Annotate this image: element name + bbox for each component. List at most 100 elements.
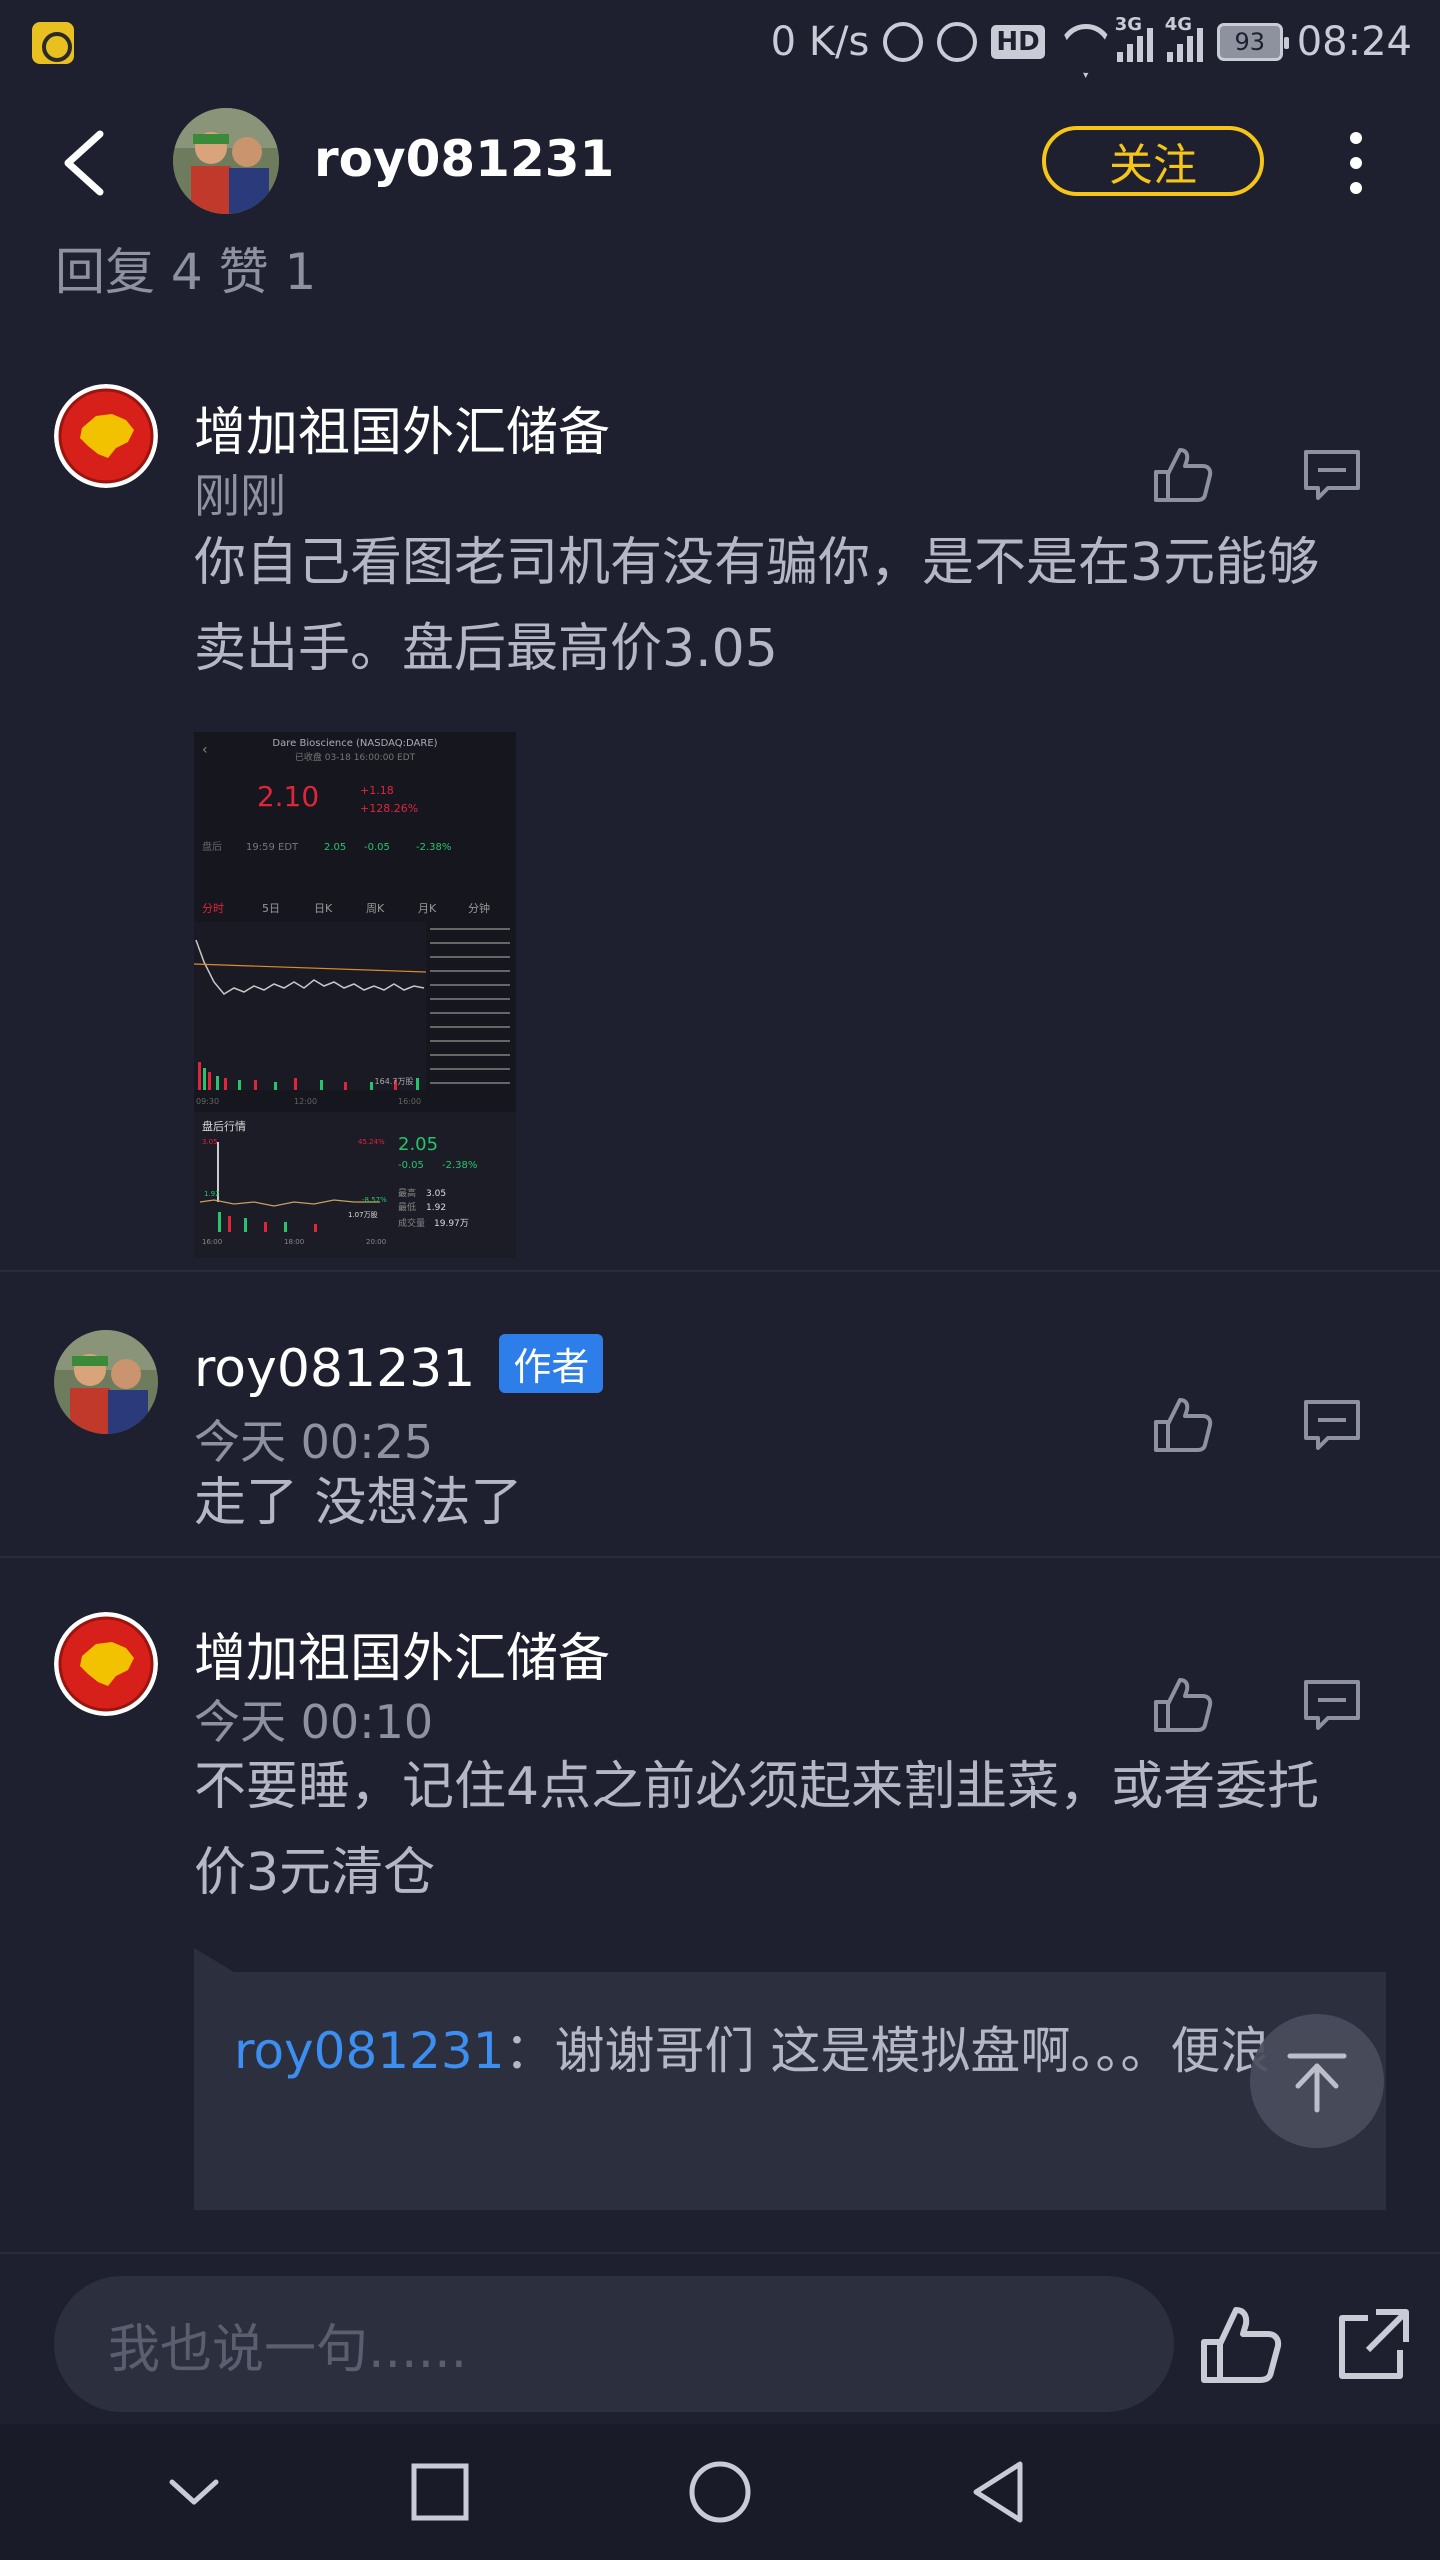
quoted-reply-user[interactable]: roy081231	[234, 2022, 505, 2080]
svg-text:最低: 最低	[398, 1201, 416, 1213]
nav-recents-button[interactable]	[400, 2452, 480, 2532]
comment-input-bar: 我也说一句......	[0, 2252, 1440, 2424]
svg-text:164.7万股: 164.7万股	[375, 1077, 414, 1086]
reply-button[interactable]	[1302, 1396, 1362, 1456]
comment-input[interactable]: 我也说一句......	[54, 2276, 1174, 2412]
comment-item: 增加祖国外汇储备 刚刚 你自己看图老司机有没有骗你，是不是在3元能够卖出手。盘后…	[0, 384, 1440, 1264]
arrow-up-icon	[1287, 2053, 1347, 2113]
nav-collapse-button[interactable]	[154, 2452, 234, 2532]
svg-text:16:00: 16:00	[398, 1097, 421, 1106]
divider	[0, 1556, 1440, 1558]
svg-text:-8.57%: -8.57%	[362, 1196, 387, 1204]
comment-time: 刚刚	[194, 469, 286, 523]
post-market-title: 盘后行情	[202, 1119, 246, 1133]
china-map-avatar-icon	[54, 384, 158, 488]
post-stats: 回复 4 赞 1	[55, 243, 317, 301]
comment-item: roy081231 作者 今天 00:25 走了 没想法了	[0, 1330, 1440, 1560]
svg-text:分时: 分时	[202, 902, 224, 915]
svg-text:1.07万股: 1.07万股	[348, 1211, 378, 1219]
svg-text:‹: ‹	[202, 742, 208, 758]
like-button[interactable]	[1152, 1674, 1214, 1736]
share-button[interactable]	[1334, 2304, 1414, 2384]
comment-text: 你自己看图老司机有没有骗你，是不是在3元能够卖出手。盘后最高价3.05	[194, 533, 1320, 679]
system-nav-bar	[0, 2424, 1440, 2560]
thumbs-up-icon	[1154, 1678, 1213, 1732]
commenter-name-text: roy081231	[194, 1339, 476, 1399]
chart-change: +1.18	[360, 784, 394, 797]
nav-home-button[interactable]	[680, 2452, 760, 2532]
svg-text:-0.05: -0.05	[364, 842, 390, 853]
nav-back-button[interactable]	[960, 2452, 1040, 2532]
dot-icon	[1350, 157, 1362, 169]
author-name[interactable]: roy081231	[314, 130, 614, 188]
like-post-button[interactable]	[1198, 2302, 1284, 2388]
svg-text:-2.38%: -2.38%	[416, 842, 451, 853]
like-button[interactable]	[1152, 1394, 1214, 1456]
reply-button[interactable]	[1302, 1676, 1362, 1736]
svg-text:19.97万: 19.97万	[434, 1219, 469, 1229]
chart-price: 2.10	[257, 780, 319, 813]
signal-3g-icon: 3G	[1115, 14, 1153, 62]
share-icon	[1339, 2309, 1409, 2379]
commenter-avatar[interactable]	[54, 384, 158, 488]
status-bar: 0 K/s HD 3G 4G 93 08:24	[0, 0, 1440, 84]
svg-text:2.05: 2.05	[324, 842, 346, 853]
reply-bubble-icon	[1304, 1680, 1360, 1730]
battery-icon: 93	[1216, 23, 1289, 61]
chart-screenshot: ‹ Dare Bioscience (NASDAQ:DARE) 已收盘 03-1…	[194, 732, 516, 1258]
clock: 08:24	[1296, 19, 1412, 65]
post-header: roy081231 关注	[0, 100, 1440, 230]
triangle-back-icon	[973, 2461, 1023, 2523]
commenter-avatar[interactable]	[54, 1612, 158, 1716]
svg-text:12:00: 12:00	[294, 1097, 317, 1106]
reply-bubble-icon	[1304, 1400, 1360, 1450]
quoted-reply-separator: ：	[504, 2022, 555, 2080]
quoted-reply[interactable]: roy081231：谢谢哥们 这是模拟盘啊。。。便浪	[194, 1948, 1386, 2210]
svg-text:1.92: 1.92	[426, 1203, 446, 1213]
net-speed: 0 K/s	[770, 19, 870, 65]
author-avatar[interactable]	[173, 108, 279, 214]
data-saver-icon	[883, 22, 924, 62]
post-price: 2.05	[398, 1134, 438, 1155]
more-options-button[interactable]	[1340, 128, 1372, 198]
circle-icon	[689, 2461, 751, 2523]
commenter-avatar[interactable]	[54, 1330, 158, 1434]
chart-title: Dare Bioscience (NASDAQ:DARE)	[272, 738, 437, 749]
svg-text:-2.38%: -2.38%	[442, 1160, 477, 1171]
reply-button[interactable]	[1302, 446, 1362, 506]
chevron-down-icon	[169, 2479, 219, 2505]
svg-text:3.05: 3.05	[202, 1138, 218, 1146]
svg-text:3.05: 3.05	[426, 1189, 446, 1199]
back-button[interactable]	[56, 128, 116, 198]
svg-text:1.92: 1.92	[204, 1190, 220, 1198]
svg-text:16:00: 16:00	[202, 1238, 222, 1246]
commenter-name[interactable]: 增加祖国外汇储备	[194, 1616, 610, 1691]
like-button[interactable]	[1152, 444, 1214, 506]
hd-icon: HD	[991, 25, 1045, 59]
scroll-to-top-button[interactable]	[1250, 2014, 1384, 2148]
commenter-name[interactable]: 增加祖国外汇储备	[194, 390, 610, 465]
svg-text:最高: 最高	[398, 1187, 416, 1199]
svg-text:19:59 EDT: 19:59 EDT	[246, 842, 299, 853]
signal-4g-icon: 4G	[1165, 14, 1203, 62]
dot-icon	[1350, 132, 1362, 144]
svg-text:5日: 5日	[262, 902, 280, 915]
back-arrow-icon	[64, 130, 104, 196]
svg-text:-0.05: -0.05	[398, 1160, 424, 1171]
status-icons: 0 K/s HD 3G 4G 93 08:24	[771, 14, 1412, 70]
svg-text:45.24%: 45.24%	[358, 1138, 385, 1146]
app-notification-icon	[32, 22, 74, 64]
avatar-photo-icon	[54, 1330, 158, 1434]
avatar-photo-icon	[173, 108, 279, 214]
chart-change-pct: +128.26%	[360, 802, 418, 815]
author-badge: 作者	[499, 1334, 604, 1393]
thumbs-up-icon	[1201, 2307, 1282, 2383]
svg-text:日K: 日K	[314, 902, 333, 915]
reply-bubble-icon	[1304, 450, 1360, 500]
thumbs-up-icon	[1154, 1398, 1213, 1452]
stock-chart-image[interactable]: ‹ Dare Bioscience (NASDAQ:DARE) 已收盘 03-1…	[194, 732, 516, 1258]
svg-text:18:00: 18:00	[284, 1238, 304, 1246]
follow-button[interactable]: 关注	[1042, 126, 1264, 196]
wifi-icon	[1059, 24, 1103, 60]
commenter-name[interactable]: roy081231 作者	[194, 1334, 604, 1399]
